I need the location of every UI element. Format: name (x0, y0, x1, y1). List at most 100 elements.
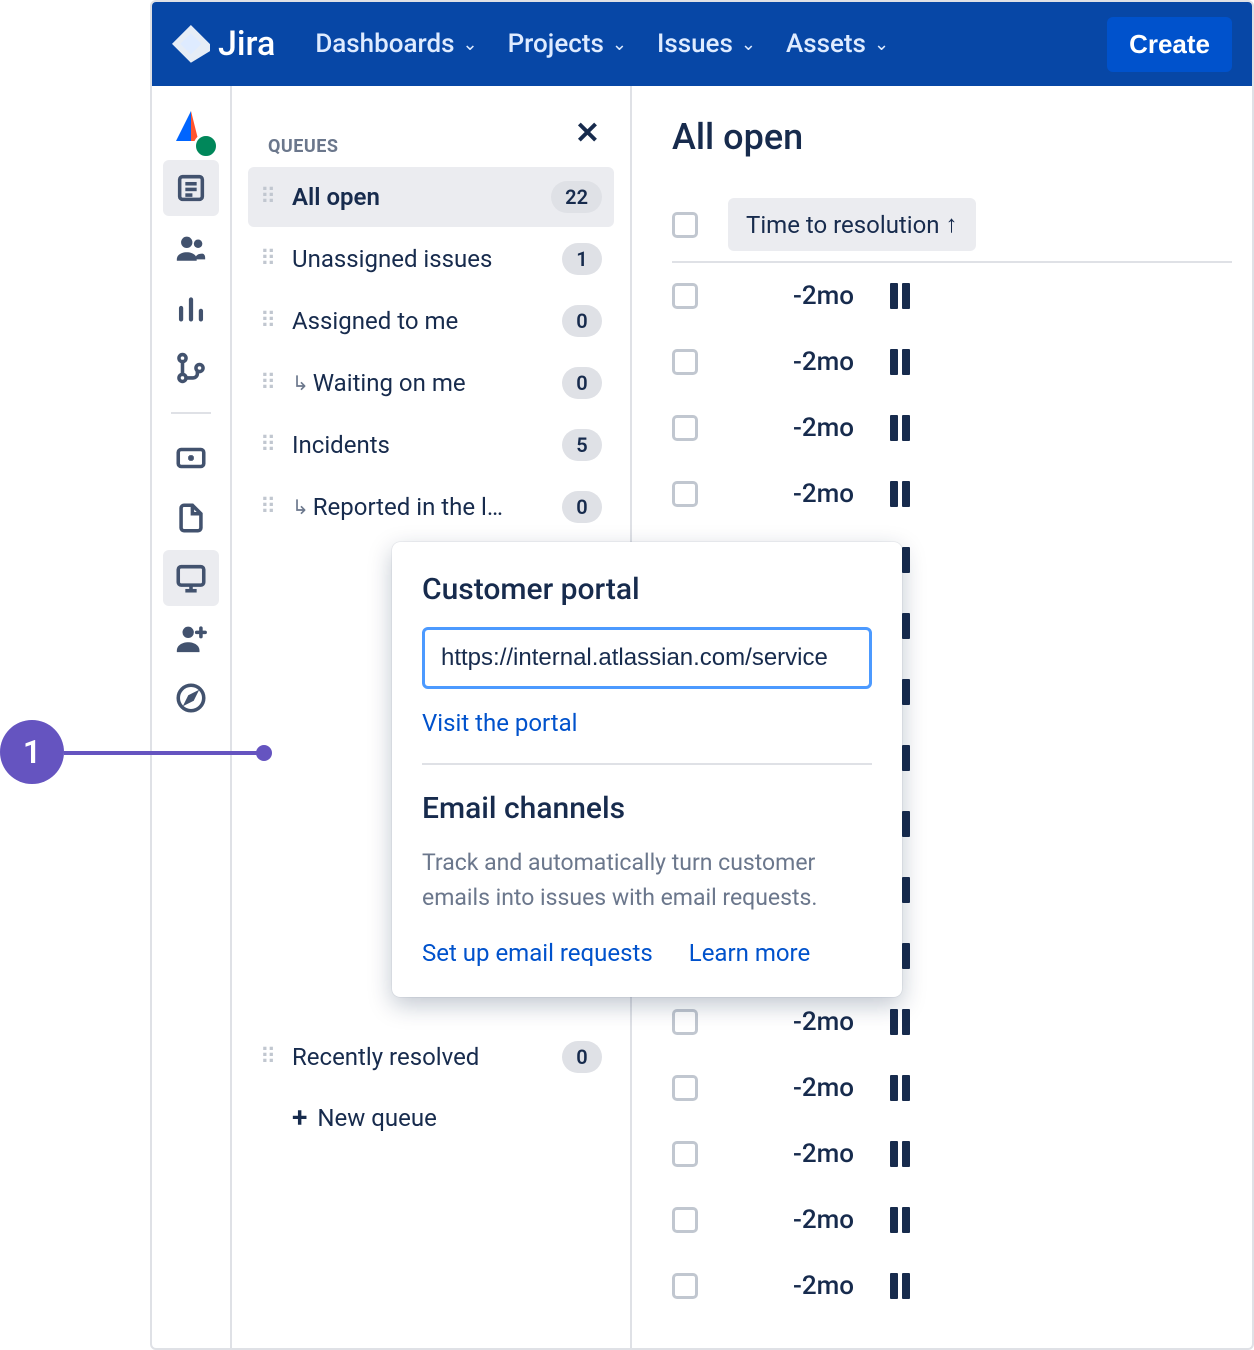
learn-more-link[interactable]: Learn more (689, 939, 810, 967)
table-row[interactable]: -2mo (672, 395, 1232, 461)
pause-icon (890, 1141, 910, 1167)
pause-icon (890, 1207, 910, 1233)
rail-divider (171, 412, 211, 414)
nav-label: Dashboards (315, 29, 454, 59)
queue-count-badge: 5 (562, 429, 602, 461)
pause-icon (890, 1273, 910, 1299)
table-row[interactable]: -2mo (672, 989, 1232, 1055)
annotation-dot (256, 745, 272, 761)
rail-explore-icon[interactable] (163, 670, 219, 726)
visit-portal-link[interactable]: Visit the portal (422, 709, 578, 737)
rail-queues-icon[interactable] (163, 160, 219, 216)
queue-count-badge: 0 (562, 305, 602, 337)
jira-brand[interactable]: Jira (172, 24, 275, 64)
annotation-line (64, 751, 259, 755)
queue-count-badge: 22 (551, 181, 602, 213)
row-checkbox[interactable] (672, 1207, 698, 1233)
setup-email-link[interactable]: Set up email requests (422, 939, 653, 967)
rail-knowledge-icon[interactable] (163, 490, 219, 546)
nav-dashboards[interactable]: Dashboards⌄ (315, 29, 477, 59)
drag-handle-icon[interactable]: ⠿ (260, 247, 282, 272)
pause-icon (890, 349, 910, 375)
drag-handle-icon[interactable]: ⠿ (260, 495, 282, 520)
channels-popover: Customer portal Visit the portal Email c… (392, 542, 902, 997)
sidebar-queue-item[interactable]: ⠿↳Waiting on me0 (248, 353, 614, 413)
time-to-resolution-value: -2mo (778, 1205, 854, 1235)
rail-reports-icon[interactable] (163, 280, 219, 336)
queue-count-badge: 1 (562, 243, 602, 275)
row-checkbox[interactable] (672, 349, 698, 375)
annotation-badge: 1 (0, 720, 64, 784)
pause-icon (890, 415, 910, 441)
table-row[interactable]: -2mo (672, 1253, 1232, 1319)
rail-raise-request-icon[interactable] (163, 430, 219, 486)
select-all-checkbox[interactable] (672, 212, 698, 238)
nav-issues[interactable]: Issues ⌄ (657, 29, 756, 59)
table-row[interactable]: -2mo (672, 263, 1232, 329)
sidebar-queue-item[interactable]: ⠿All open22 (248, 167, 614, 227)
sort-column-header[interactable]: Time to resolution ↑ (728, 198, 976, 251)
table-row[interactable]: -2mo (672, 1121, 1232, 1187)
queue-label: Reported in the l… (313, 493, 552, 521)
topnav: Jira Dashboards⌄Projects⌄Issues⌄Assets⌄ … (152, 2, 1252, 86)
row-checkbox[interactable] (672, 481, 698, 507)
pause-icon (890, 481, 910, 507)
row-checkbox[interactable] (672, 1141, 698, 1167)
table-row[interactable]: -2mo (672, 461, 1232, 527)
rail-invite-icon[interactable] (163, 610, 219, 666)
table-row[interactable]: -2mo (672, 1187, 1232, 1253)
table-row[interactable]: -2mo (672, 1055, 1232, 1121)
sidebar-queue-item[interactable]: ⠿Incidents5 (248, 415, 614, 475)
nav-assets[interactable]: Assets⌄ (786, 29, 889, 59)
queue-label: Recently resolved (292, 1043, 552, 1071)
divider (422, 763, 872, 765)
drag-handle-icon[interactable]: ⠿ (260, 433, 282, 458)
drag-handle-icon[interactable]: ⠿ (260, 1045, 282, 1070)
close-icon[interactable]: ✕ (575, 116, 600, 151)
row-checkbox[interactable] (672, 415, 698, 441)
row-checkbox[interactable] (672, 283, 698, 309)
rail-services-icon[interactable] (163, 340, 219, 396)
drag-handle-icon[interactable]: ⠿ (260, 309, 282, 334)
queues-section-label: QUEUES (268, 136, 614, 157)
time-to-resolution-value: -2mo (778, 281, 854, 311)
queue-label: Waiting on me (313, 369, 552, 397)
customer-portal-heading: Customer portal (422, 572, 872, 607)
sub-arrow-icon: ↳ (292, 495, 309, 519)
chevron-down-icon: ⌄ (741, 34, 756, 55)
chevron-down-icon: ⌄ (612, 34, 627, 55)
table-row[interactable]: -2mo (672, 329, 1232, 395)
create-button[interactable]: Create (1107, 17, 1232, 72)
brand-text: Jira (218, 24, 275, 64)
rail-customers-icon[interactable] (163, 220, 219, 276)
nav-label: Assets (786, 29, 866, 59)
pause-icon (890, 1009, 910, 1035)
drag-handle-icon[interactable]: ⠿ (260, 185, 282, 210)
time-to-resolution-value: -2mo (778, 1271, 854, 1301)
drag-handle-icon[interactable]: ⠿ (260, 371, 282, 396)
new-queue-label: New queue (317, 1104, 436, 1132)
sidebar-queue-item[interactable]: ⠿ Assigned to me 0 (248, 291, 614, 351)
row-checkbox[interactable] (672, 1273, 698, 1299)
jira-logo-icon (172, 25, 210, 63)
time-to-resolution-value: -2mo (778, 1139, 854, 1169)
new-queue-button[interactable]: + New queue (248, 1087, 614, 1148)
queue-label: Assigned to me (292, 307, 552, 335)
time-to-resolution-value: -2mo (778, 479, 854, 509)
project-avatar[interactable] (166, 106, 216, 156)
sub-arrow-icon: ↳ (292, 371, 309, 395)
sort-label: Time to resolution (746, 211, 940, 239)
sidebar-item-recently-resolved[interactable]: ⠿ Recently resolved 0 (248, 1027, 614, 1087)
portal-url-input[interactable] (422, 627, 872, 689)
row-checkbox[interactable] (672, 1009, 698, 1035)
row-checkbox[interactable] (672, 1075, 698, 1101)
nav-projects[interactable]: Projects⌄ (508, 29, 627, 59)
table-header: Time to resolution ↑ (672, 188, 1232, 263)
sidebar-queue-item[interactable]: ⠿↳Reported in the l…0 (248, 477, 614, 537)
plus-icon: + (292, 1101, 307, 1134)
arrow-up-icon: ↑ (946, 210, 958, 239)
rail-channels-icon[interactable] (163, 550, 219, 606)
left-rail (152, 86, 232, 1348)
nav-label: Issues (657, 29, 733, 59)
sidebar-queue-item[interactable]: ⠿Unassigned issues1 (248, 229, 614, 289)
